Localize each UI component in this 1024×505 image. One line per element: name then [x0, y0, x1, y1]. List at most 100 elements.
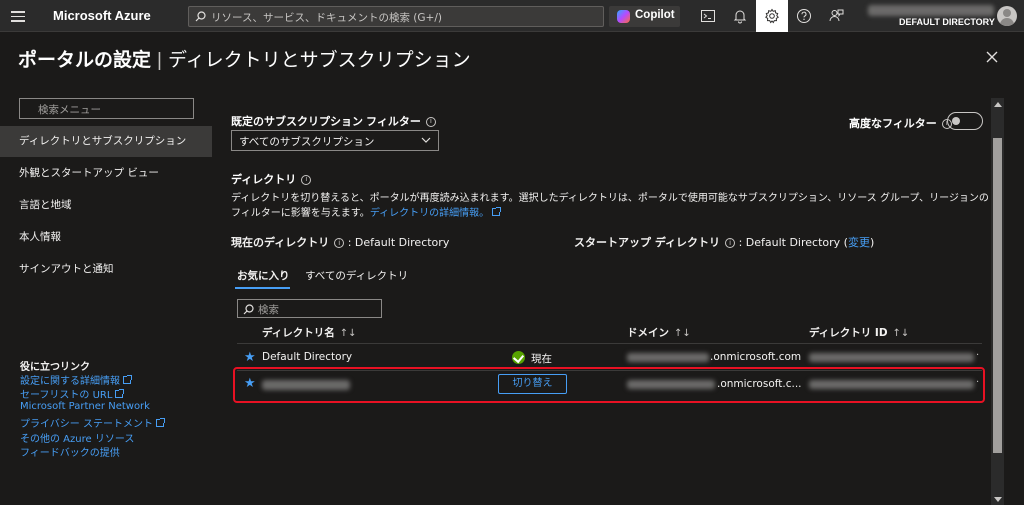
- star-icon[interactable]: ★: [244, 350, 256, 365]
- scroll-up-icon[interactable]: [994, 102, 1002, 107]
- page-title-main: ポータルの設定: [18, 50, 152, 71]
- directory-description-text: ディレクトリを切り替えると、ポータルが再度読み込まれます。選択したディレクトリは…: [231, 193, 989, 219]
- subscription-filter-value: すべてのサブスクリプション: [239, 136, 375, 148]
- copilot-button[interactable]: Copilot: [609, 6, 680, 27]
- notifications-icon: [733, 10, 747, 24]
- link-privacy-statement[interactable]: プライバシー ステートメント: [20, 415, 165, 430]
- active-tab-indicator: [235, 287, 290, 289]
- tab-favorites[interactable]: お気に入り: [237, 268, 290, 283]
- brand-title[interactable]: Microsoft Azure: [53, 8, 151, 23]
- info-icon[interactable]: i: [725, 238, 736, 248]
- tab-all-directories[interactable]: すべてのディレクトリ: [305, 268, 408, 283]
- advanced-filter-label-text: 高度なフィルター: [849, 118, 937, 130]
- sidebar-item-my-information[interactable]: 本人情報: [0, 222, 212, 253]
- startup-close-paren: ): [869, 236, 875, 249]
- search-placeholder: リソース、サービス、ドキュメントの検索 (G+/): [211, 12, 442, 24]
- table-search-input[interactable]: 検索: [237, 299, 382, 318]
- current-check-icon: [512, 351, 525, 364]
- external-link-icon: [123, 375, 132, 384]
- current-directory-label: 現在のディレクトリ: [231, 236, 330, 249]
- feedback-button[interactable]: [820, 0, 852, 32]
- scroll-thumb[interactable]: [993, 138, 1002, 453]
- account-email-redacted[interactable]: [868, 5, 994, 16]
- vertical-scrollbar[interactable]: [991, 98, 1004, 505]
- link-safelist-url[interactable]: セーフリストの URL: [20, 386, 125, 401]
- row-more-icon[interactable]: ·: [976, 350, 979, 361]
- link-privacy-statement-label: プライバシー ステートメント: [20, 419, 153, 430]
- advanced-filter-toggle[interactable]: [947, 112, 983, 130]
- avatar[interactable]: [997, 6, 1017, 26]
- sort-icon[interactable]: ↑↓: [340, 328, 357, 339]
- row-domain-suffix: .onmicrosoft.com: [710, 351, 802, 363]
- page-title-separator: |: [157, 50, 162, 71]
- help-icon: [797, 9, 811, 23]
- sidebar-item-language[interactable]: 言語と地域: [0, 190, 212, 221]
- global-search-input[interactable]: リソース、サービス、ドキュメントの検索 (G+/): [188, 6, 604, 27]
- cloud-shell-icon: [701, 10, 715, 22]
- advanced-filter-label: 高度なフィルター i: [849, 115, 952, 131]
- close-icon[interactable]: [985, 50, 999, 64]
- info-icon[interactable]: i: [425, 117, 436, 128]
- page-title: ポータルの設定 | ディレクトリとサブスクリプション: [18, 45, 471, 72]
- link-partner-network[interactable]: Microsoft Partner Network: [20, 401, 150, 412]
- sort-icon[interactable]: ↑↓: [893, 328, 910, 339]
- scroll-down-icon[interactable]: [994, 497, 1002, 502]
- current-directory-value: : Default Directory: [347, 236, 450, 249]
- settings-button[interactable]: [756, 0, 788, 32]
- notifications-button[interactable]: [724, 0, 756, 32]
- subscription-filter-dropdown[interactable]: すべてのサブスクリプション: [231, 130, 439, 151]
- startup-directory-label: スタートアップ ディレクトリ: [574, 236, 721, 249]
- account-directory-label[interactable]: DEFAULT DIRECTORY: [899, 17, 995, 27]
- startup-directory-value: : Default Directory (: [738, 236, 848, 249]
- menu-search-input[interactable]: 検索メニュー: [19, 98, 194, 119]
- external-link-icon: [155, 418, 165, 427]
- column-header-directory-id[interactable]: ディレクトリ ID ↑↓: [809, 325, 909, 340]
- highlight-box: [233, 367, 985, 403]
- directory-description: ディレクトリを切り替えると、ポータルが再度読み込まれます。選択したディレクトリは…: [231, 191, 991, 221]
- current-directory: 現在のディレクトリ i : Default Directory: [231, 234, 449, 250]
- useful-links-heading: 役に立つリンク: [20, 362, 90, 373]
- column-header-domain[interactable]: ドメイン ↑↓: [627, 325, 691, 340]
- copilot-label: Copilot: [635, 9, 675, 21]
- top-bar: Microsoft Azure リソース、サービス、ドキュメントの検索 (G+/…: [0, 0, 1024, 32]
- page-title-sub: ディレクトリとサブスクリプション: [167, 50, 471, 71]
- default-filter-label-text: 既定のサブスクリプション フィルター: [231, 116, 421, 128]
- search-icon: [243, 304, 254, 315]
- external-link-icon: [115, 389, 125, 398]
- feedback-icon: [829, 9, 844, 22]
- directory-details-link[interactable]: ディレクトリの詳細情報。: [370, 208, 489, 219]
- help-button[interactable]: [788, 0, 820, 32]
- cloud-shell-button[interactable]: [692, 0, 724, 32]
- directory-heading: ディレクトリ i: [231, 171, 312, 187]
- startup-directory: スタートアップ ディレクトリ i : Default Directory (変更): [574, 234, 874, 250]
- column-header-name-label: ディレクトリ名: [262, 327, 335, 339]
- row-status: 現在: [531, 353, 552, 365]
- row-directory-id-redacted: [809, 353, 974, 362]
- table-header-divider: [237, 343, 982, 344]
- info-icon[interactable]: i: [334, 238, 345, 248]
- search-icon: [195, 11, 206, 22]
- link-feedback[interactable]: フィードバックの提供: [20, 444, 120, 459]
- sidebar-item-appearance[interactable]: 外観とスタートアップ ビュー: [0, 158, 212, 189]
- link-settings-info[interactable]: 設定に関する詳細情報: [20, 372, 132, 387]
- link-azure-resources[interactable]: その他の Azure リソース: [20, 430, 134, 445]
- hamburger-menu-icon[interactable]: [10, 8, 26, 24]
- sidebar-item-directories[interactable]: ディレクトリとサブスクリプション: [0, 126, 212, 157]
- sidebar-item-signout[interactable]: サインアウトと通知: [0, 254, 212, 285]
- external-link-icon: [492, 207, 502, 216]
- chevron-down-icon: [421, 137, 431, 143]
- table-search-placeholder: 検索: [258, 304, 279, 316]
- info-icon[interactable]: i: [301, 175, 312, 186]
- menu-search-placeholder: 検索メニュー: [38, 104, 101, 116]
- column-header-directory-id-label: ディレクトリ ID: [809, 327, 888, 339]
- default-filter-label: 既定のサブスクリプション フィルター i: [231, 113, 436, 129]
- row-domain-redacted: [627, 353, 709, 362]
- sort-icon[interactable]: ↑↓: [674, 328, 691, 339]
- startup-change-link[interactable]: 変更: [848, 236, 870, 249]
- link-safelist-url-label: セーフリストの URL: [20, 390, 113, 401]
- settings-icon: [765, 8, 779, 24]
- copilot-icon: [617, 10, 630, 23]
- directory-heading-text: ディレクトリ: [231, 174, 297, 186]
- row-directory-name: Default Directory: [262, 351, 353, 363]
- column-header-name[interactable]: ディレクトリ名 ↑↓: [262, 325, 357, 340]
